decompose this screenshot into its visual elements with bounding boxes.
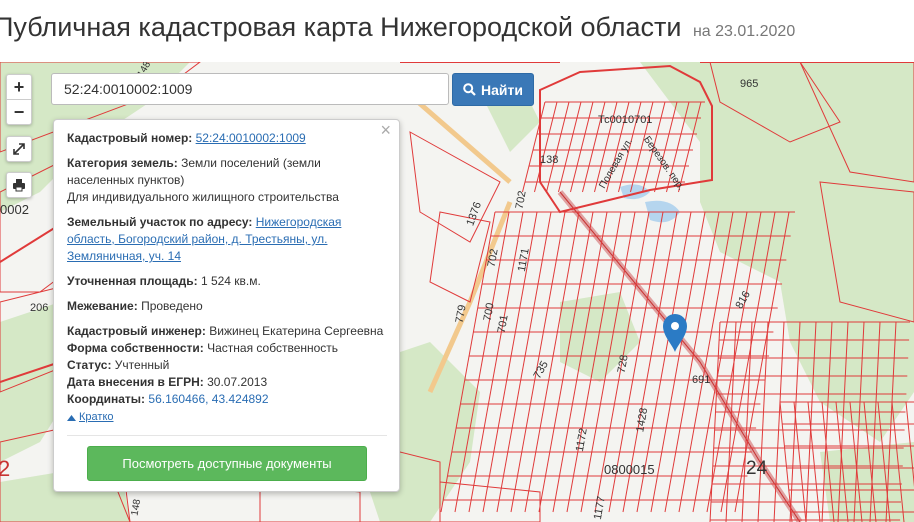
engineer-value: Вижинец Екатерина Сергеевна: [209, 324, 384, 338]
zoom-control: + −: [6, 74, 32, 125]
engineer-row: Кадастровый инженер: Вижинец Екатерина С…: [67, 323, 387, 340]
land-category-row: Категория земель: Земли поселений (земли…: [67, 155, 387, 206]
area-value: 1 524 кв.м.: [200, 274, 261, 288]
search-icon: [463, 83, 476, 96]
view-documents-button[interactable]: Посмотреть доступные документы: [87, 446, 367, 481]
cadastral-number-label: Кадастровый номер:: [67, 131, 193, 145]
page-title: Публичная кадастровая карта Нижегородско…: [0, 12, 795, 43]
map-label: 691: [692, 374, 711, 386]
egrn-date-label: Дата внесения в ЕГРН:: [67, 375, 204, 389]
printer-icon: [13, 179, 25, 192]
survey-row: Межевание: Проведено: [67, 298, 387, 315]
quarter-label: 24: [746, 458, 768, 479]
coords-value[interactable]: 56.160466, 43.424892: [148, 392, 268, 406]
fullscreen-button[interactable]: [6, 136, 32, 162]
print-button[interactable]: [6, 172, 32, 198]
expand-icon: [13, 143, 25, 155]
address-row: Земельный участок по адресу: Нижегородск…: [67, 214, 387, 265]
land-category-label: Категория земель:: [67, 156, 178, 170]
page-title-text: Публичная кадастровая карта Нижегородско…: [0, 12, 682, 42]
zoom-out-button[interactable]: −: [7, 99, 31, 124]
search-button-label: Найти: [481, 81, 523, 98]
survey-label: Межевание:: [67, 299, 138, 313]
map-label: Тс0010701: [598, 114, 653, 126]
ownership-value: Частная собственность: [207, 341, 339, 355]
cadastral-search-input[interactable]: [51, 73, 449, 105]
popup-divider: [67, 435, 387, 436]
egrn-date-row: Дата внесения в ЕГРН: 30.07.2013: [67, 374, 387, 391]
parcel-info-popup: × Кадастровый номер: 52:24:0010002:1009 …: [53, 119, 400, 492]
area-row: Уточненная площадь: 1 524 кв.м.: [67, 273, 387, 290]
ownership-row: Форма собственности: Частная собственнос…: [67, 340, 387, 357]
ownership-label: Форма собственности:: [67, 341, 204, 355]
map-label: 965: [740, 78, 759, 90]
permitted-use-value: Для индивидуального жилищного строительс…: [67, 190, 339, 204]
map-label: 206: [30, 302, 49, 314]
triangle-up-icon: [67, 414, 76, 421]
page-date: на 23.01.2020: [692, 23, 796, 40]
search-button[interactable]: Найти: [452, 73, 534, 106]
page-header: Публичная кадастровая карта Нижегородско…: [0, 0, 914, 62]
status-row: Статус: Учтенный: [67, 357, 387, 374]
zoom-in-button[interactable]: +: [7, 75, 31, 99]
area-label: Уточненная площадь:: [67, 274, 198, 288]
coords-row: Координаты: 56.160466, 43.424892: [67, 391, 387, 408]
status-value: Учтенный: [114, 358, 170, 372]
coords-label: Координаты:: [67, 392, 146, 406]
egrn-date-value: 30.07.2013: [207, 375, 268, 389]
cadastral-number-link[interactable]: 52:24:0010002:1009: [196, 131, 306, 145]
close-icon[interactable]: ×: [380, 121, 391, 139]
address-label: Земельный участок по адресу:: [67, 215, 253, 229]
quarter-label: 0800015: [604, 462, 655, 477]
quarter-label: 2: [0, 456, 11, 481]
brief-toggle[interactable]: Кратко: [67, 409, 387, 426]
survey-value: Проведено: [141, 299, 203, 313]
brief-link[interactable]: Кратко: [79, 409, 114, 426]
quarter-label: 0002: [0, 202, 29, 217]
map-label: 138: [540, 154, 559, 166]
status-label: Статус:: [67, 358, 112, 372]
engineer-label: Кадастровый инженер:: [67, 324, 206, 338]
cadastral-number-row: Кадастровый номер: 52:24:0010002:1009: [67, 130, 387, 147]
